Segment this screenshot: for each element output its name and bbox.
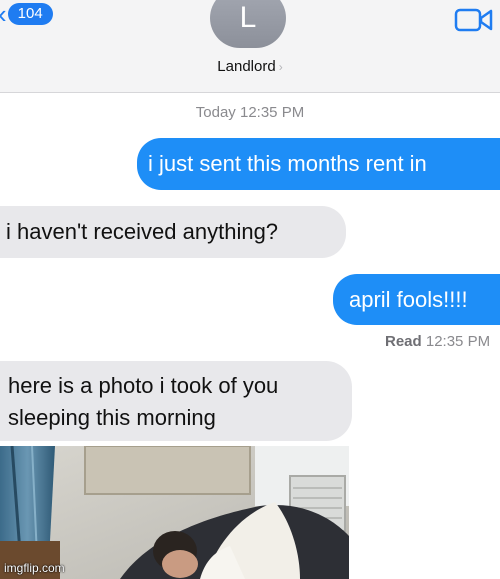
conversation-header: ‹ 104 L Landlord› bbox=[0, 0, 500, 93]
message-bubble-sent[interactable]: april fools!!!! bbox=[333, 274, 500, 325]
contact-name: Landlord bbox=[217, 58, 276, 75]
message-bubble-received[interactable]: here is a photo i took of you sleeping t… bbox=[0, 361, 352, 441]
photo-image bbox=[0, 446, 349, 579]
imgflip-watermark: imgflip.com bbox=[4, 561, 65, 575]
chevron-right-icon: › bbox=[278, 60, 283, 74]
chevron-left-icon: ‹ bbox=[0, 1, 7, 27]
back-button[interactable]: ‹ 104 bbox=[0, 1, 53, 27]
unread-count-badge: 104 bbox=[7, 3, 53, 25]
message-text: i just sent this months rent in bbox=[148, 151, 427, 176]
timestamp-time: 12:35 PM bbox=[239, 104, 305, 121]
message-timestamp: Today 12:35 PM bbox=[0, 104, 500, 121]
contact-avatar[interactable]: L bbox=[210, 0, 286, 48]
video-call-icon[interactable] bbox=[454, 6, 494, 34]
contact-name-button[interactable]: Landlord › bbox=[0, 58, 500, 75]
photo-attachment[interactable] bbox=[0, 446, 349, 579]
message-text: april fools!!!! bbox=[349, 287, 468, 312]
read-label: Read bbox=[385, 333, 422, 350]
watermark-logo bbox=[372, 543, 492, 568]
message-text: i haven't received anything? bbox=[6, 219, 279, 244]
message-bubble-sent[interactable]: i just sent this months rent in bbox=[137, 138, 500, 190]
message-bubble-received[interactable]: i haven't received anything? bbox=[0, 206, 346, 258]
read-time: 12:35 PM bbox=[425, 333, 491, 350]
message-text: here is a photo i took of you sleeping t… bbox=[8, 373, 279, 430]
read-receipt: Read 12:35 PM bbox=[385, 333, 490, 350]
timestamp-day: Today bbox=[195, 104, 236, 121]
